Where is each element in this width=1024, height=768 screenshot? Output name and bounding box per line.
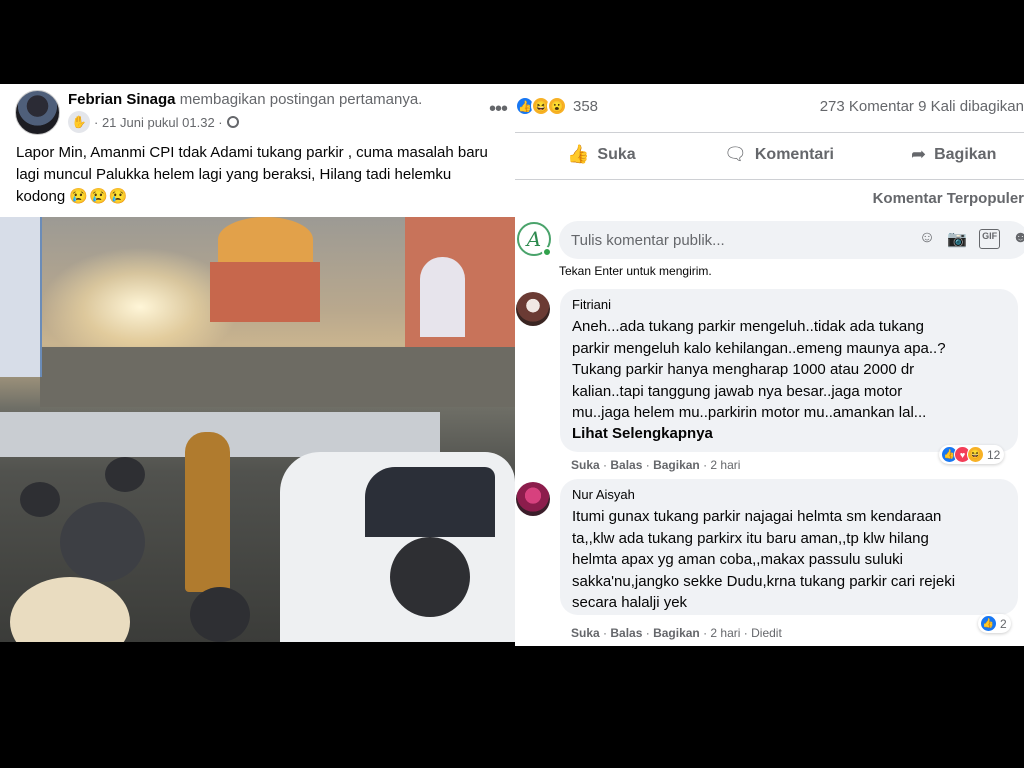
post-panel: Febrian Sinaga membagikan postingan pert…	[0, 84, 515, 642]
sticker-icon[interactable]: ☻	[1012, 229, 1024, 249]
comment-placeholder: Tulis komentar publik...	[571, 231, 725, 249]
shared-text: membagikan postingan pertamanya.	[179, 91, 423, 108]
gif-icon[interactable]: GIF	[979, 229, 1001, 249]
comment-button[interactable]: 🗨 Komentari	[724, 144, 834, 165]
comment-reply-link[interactable]: Balas	[610, 458, 642, 472]
comment-line: Itumi gunax tukang parkir najagai helmta…	[572, 508, 942, 525]
more-options-icon[interactable]: •••	[489, 98, 508, 121]
enter-hint: Tekan Enter untuk mengirim.	[559, 264, 712, 278]
post-text-line: lagi muncul Palukka helem lagi yang bera…	[16, 166, 452, 183]
photo-car-window	[365, 467, 495, 537]
comment-time[interactable]: · 2 hari	[703, 458, 740, 472]
author-name[interactable]: Febrian Sinaga	[68, 91, 176, 108]
photo-helmet	[20, 482, 60, 517]
comment-line: helmta apax yg aman coba,,makax passulu …	[572, 551, 904, 568]
online-status-dot	[542, 247, 552, 257]
post-actions: 👍 Suka 🗨 Komentari ➦ Bagikan	[515, 134, 1024, 178]
comment-reaction-count: 12	[987, 447, 1001, 462]
wave-hand-icon: ✋	[68, 111, 90, 133]
comment-reactions[interactable]: 👍 2	[978, 614, 1011, 633]
comments-panel: 👍 😆 😮 358 273 Komentar 9 Kali dibagikan …	[515, 84, 1024, 646]
comment-line: secara halalji yek	[572, 594, 688, 611]
comment-bubble: Fitriani Aneh...ada tukang parkir mengel…	[560, 289, 1018, 452]
comment-reply-link[interactable]: Balas	[610, 626, 642, 640]
haha-reaction-icon: 😆	[967, 446, 984, 463]
share-label: Bagikan	[934, 145, 997, 163]
like-reaction-icon: 👍	[980, 615, 997, 632]
photo-wall	[40, 347, 515, 407]
share-button[interactable]: ➦ Bagikan	[911, 144, 996, 165]
comment-meta: Suka · Balas · Bagikan · 2 hari	[571, 458, 741, 472]
comment-line: sakka'nu,jangko sekke Dudu,krna tukang p…	[572, 572, 956, 590]
share-arrow-icon: ➦	[911, 144, 927, 164]
photo-building	[210, 262, 320, 322]
photo-dome	[218, 217, 313, 262]
commenter-name[interactable]: Fitriani	[572, 297, 1006, 312]
comment-input[interactable]: Tulis komentar publik... ☺ 📷 GIF ☻	[559, 221, 1024, 259]
comment-share-link[interactable]: Bagikan	[653, 626, 700, 640]
photo-helmet	[390, 537, 470, 617]
comment-share-link[interactable]: Bagikan	[653, 458, 700, 472]
commenter-avatar[interactable]	[516, 482, 550, 516]
photo-person	[185, 432, 230, 592]
like-button[interactable]: 👍 Suka	[567, 144, 636, 165]
like-label: Suka	[597, 145, 636, 163]
comment-line: parkir mengeluh kalo kehilangan..emeng m…	[572, 339, 946, 357]
comment-like-link[interactable]: Suka	[571, 458, 600, 472]
post-text: Lapor Min, Amanmi CPI tdak Adami tukang …	[16, 142, 515, 208]
speech-bubble-icon: 🗨	[724, 144, 747, 164]
comment-bubble: Nur Aisyah Itumi gunax tukang parkir naj…	[560, 479, 1018, 615]
post-header: Febrian Sinaga membagikan postingan pert…	[68, 91, 422, 108]
globe-icon	[226, 116, 239, 128]
reaction-summary[interactable]: 👍 😆 😮 358	[515, 96, 598, 116]
photo-arch	[420, 257, 465, 337]
divider	[515, 132, 1024, 133]
post-photo[interactable]	[0, 217, 515, 642]
crying-emoji: 😢😢😢	[69, 188, 129, 205]
comment-line: mu..jaga helem mu..parkirin motor mu..am…	[572, 404, 927, 421]
photo-signboard	[0, 217, 42, 377]
comment-reaction-count: 2	[1000, 616, 1007, 631]
comment-line: ta,,klw ada tukang parkirx itu baru aman…	[572, 529, 929, 547]
emoji-icon[interactable]: ☺	[919, 229, 935, 249]
post-date[interactable]: · 21 Juni pukul 01.32 ·	[94, 115, 223, 130]
comment-label: Komentari	[754, 145, 834, 163]
comment-line: kalian..tapi tanggung jawab nya besar..j…	[572, 382, 903, 400]
photo-helmet	[190, 587, 250, 642]
edited-label: · Diedit	[743, 626, 782, 640]
commenter-avatar[interactable]	[516, 292, 550, 326]
post-text-line: kodong 😢😢😢	[16, 188, 129, 205]
post-meta: ✋ · 21 Juni pukul 01.32 ·	[68, 111, 239, 133]
photo-helmet	[105, 457, 145, 492]
divider	[515, 179, 1024, 180]
comment-share-count[interactable]: 273 Komentar 9 Kali dibagikan	[820, 98, 1024, 115]
comment-time[interactable]: · 2 hari	[703, 626, 740, 640]
commenter-name[interactable]: Nur Aisyah	[572, 487, 1006, 502]
photo-helmet	[60, 502, 145, 582]
thumbs-up-icon: 👍	[567, 144, 590, 164]
comment-like-link[interactable]: Suka	[571, 626, 600, 640]
reaction-count[interactable]: 358	[573, 98, 598, 115]
camera-icon[interactable]: 📷	[947, 229, 967, 249]
see-more-link[interactable]: Lihat Selengkapnya	[572, 425, 1006, 442]
post-text-line: Lapor Min, Amanmi CPI tdak Adami tukang …	[16, 144, 488, 161]
wow-reaction-icon: 😮	[547, 96, 567, 116]
comment-line: Tukang parkir hanya mengharap 1000 atau …	[572, 361, 915, 378]
photo-helmet	[10, 577, 130, 642]
author-avatar[interactable]	[15, 90, 60, 135]
comment-line: Aneh...ada tukang parkir mengeluh..tidak…	[572, 318, 924, 335]
comment-reactions[interactable]: 👍 ♥ 😆 12	[939, 445, 1005, 464]
comment-meta: Suka · Balas · Bagikan · 2 hari · Diedit	[571, 626, 782, 640]
comment-input-tools: ☺ 📷 GIF ☻	[919, 229, 1024, 249]
comment-sort-dropdown[interactable]: Komentar Terpopuler	[873, 190, 1024, 207]
